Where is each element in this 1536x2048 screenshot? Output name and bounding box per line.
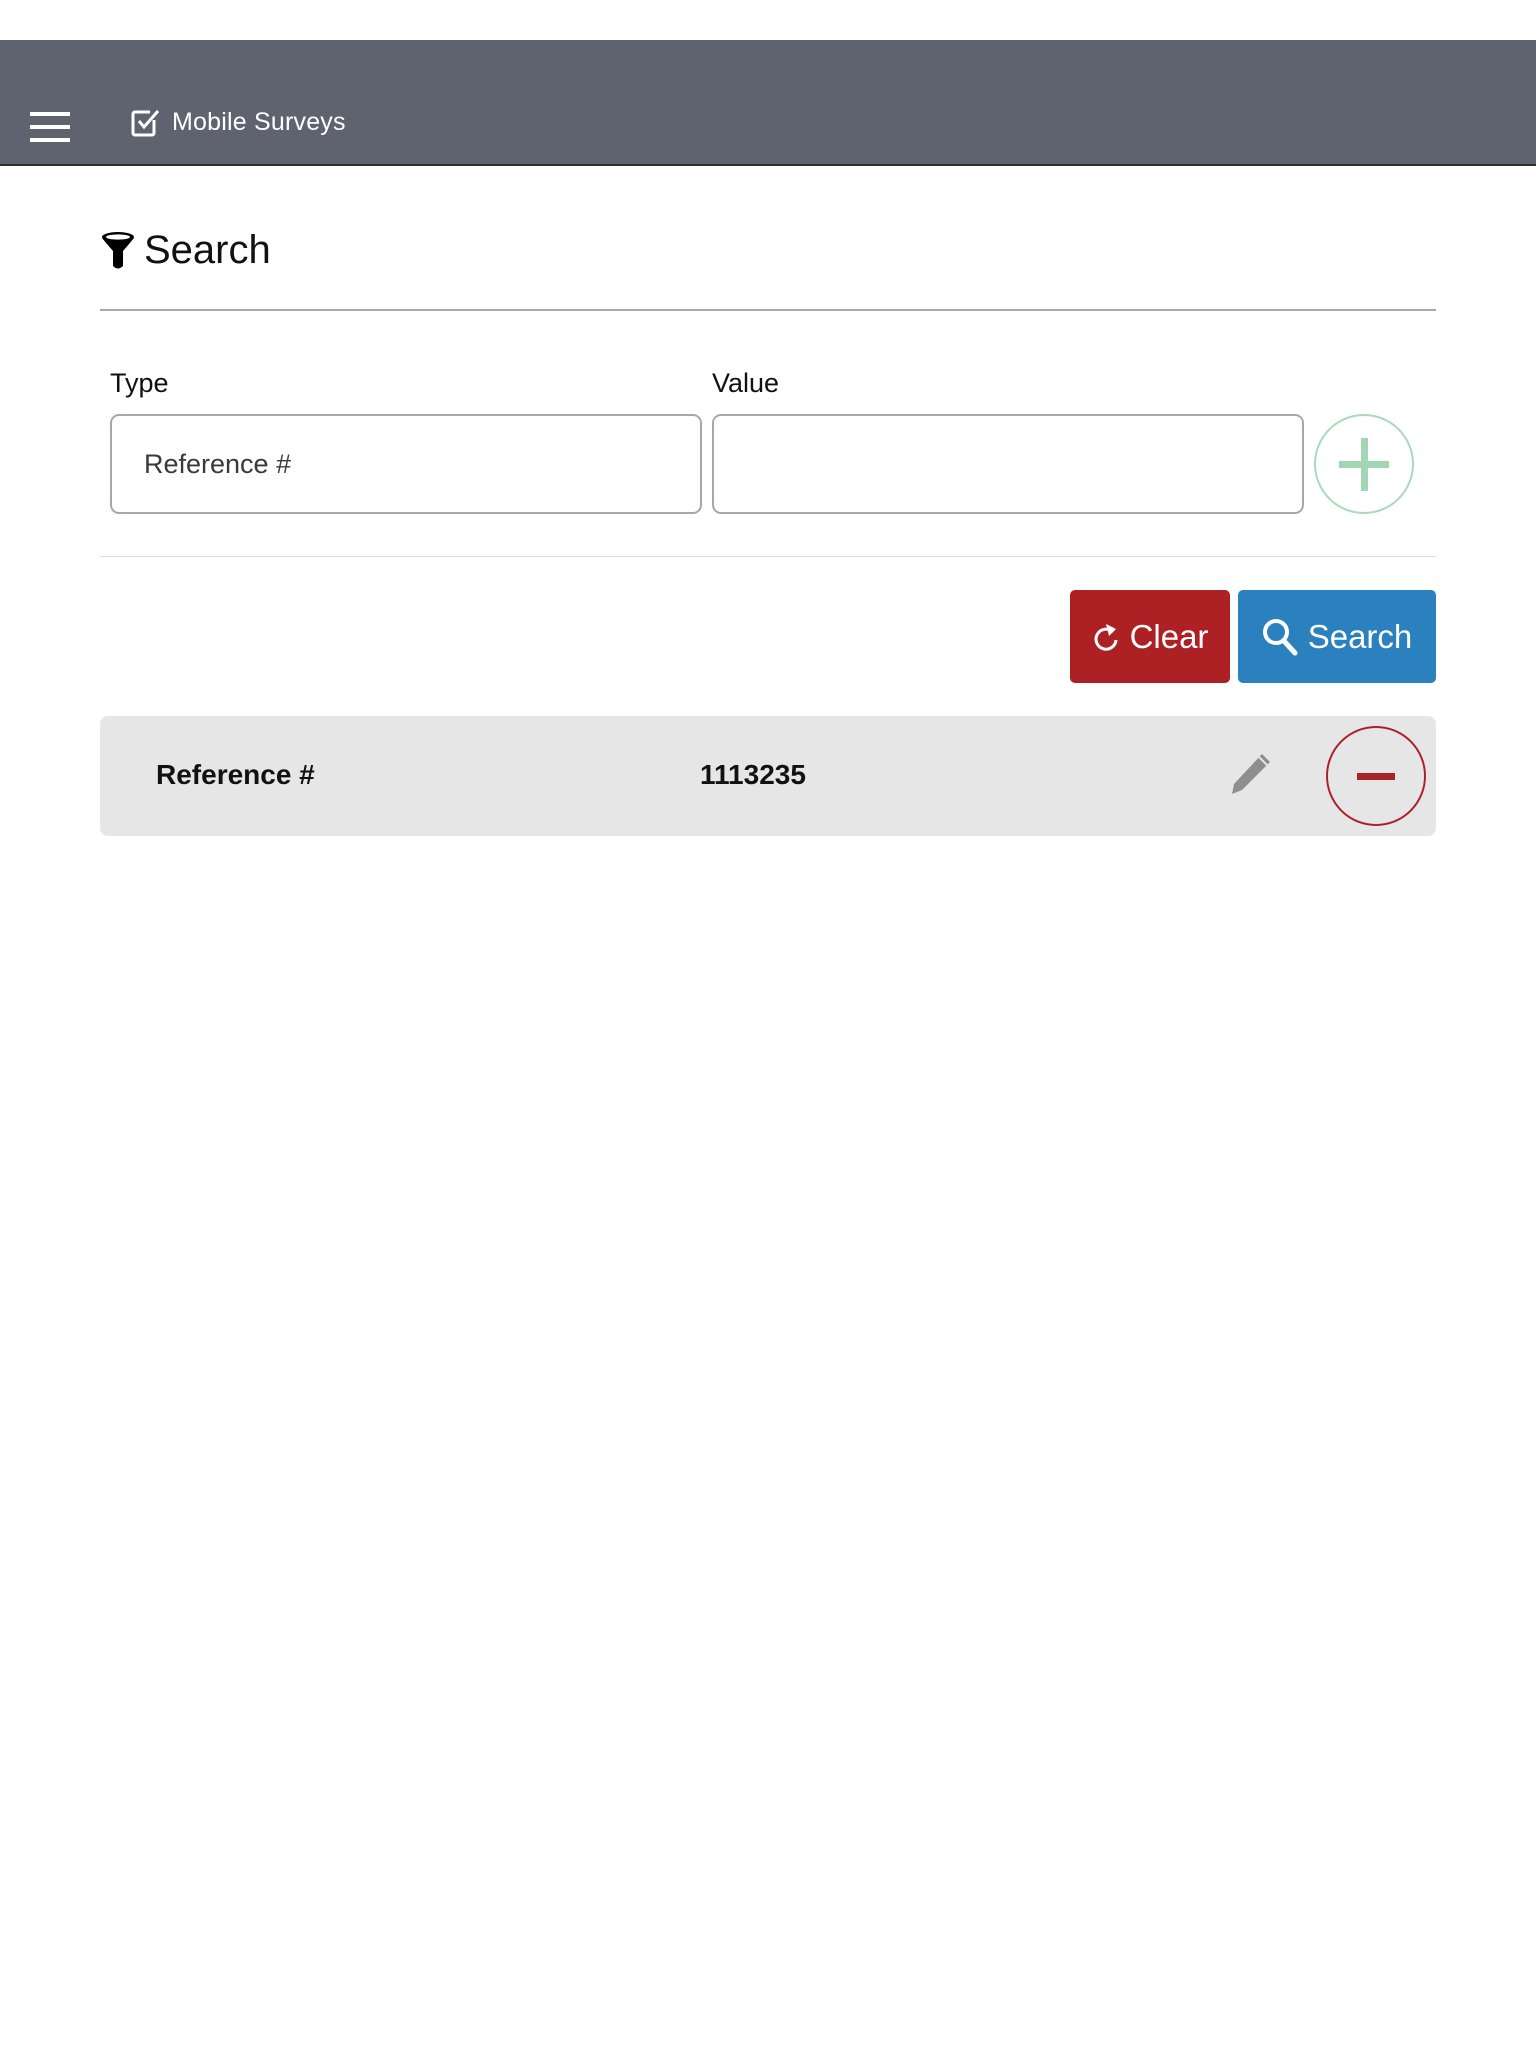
pencil-icon[interactable] <box>1226 750 1274 798</box>
checkbox-checked-icon <box>131 110 160 137</box>
top-navbar: Mobile Surveys <box>0 40 1536 166</box>
filter-value: 1113235 <box>700 759 806 790</box>
app-brand-link[interactable]: Mobile Surveys <box>130 106 346 138</box>
magnifier-icon <box>1262 618 1298 655</box>
remove-filter-button[interactable] <box>1326 726 1426 826</box>
add-filter-button[interactable] <box>1314 414 1414 514</box>
minus-icon <box>1357 773 1395 780</box>
app-title: Mobile Surveys <box>172 107 346 136</box>
page-title: Search <box>144 228 271 272</box>
type-select[interactable] <box>110 414 702 514</box>
clear-label: Clear <box>1129 617 1209 655</box>
status-bar <box>0 0 1536 40</box>
filter-funnel-icon <box>102 231 134 268</box>
filter-type: Reference # <box>156 759 315 790</box>
value-label: Value <box>712 368 780 398</box>
clear-button[interactable]: Clear <box>1070 590 1230 683</box>
hamburger-menu-icon[interactable] <box>30 112 70 142</box>
type-label: Type <box>110 368 169 398</box>
value-input[interactable] <box>712 414 1304 514</box>
divider <box>100 309 1436 311</box>
search-label: Search <box>1307 617 1413 655</box>
search-heading: Search <box>100 228 271 273</box>
filter-row: Reference # 1113235 <box>100 716 1436 836</box>
divider <box>100 556 1436 557</box>
refresh-icon <box>1094 623 1118 651</box>
search-button[interactable]: Search <box>1238 590 1436 683</box>
